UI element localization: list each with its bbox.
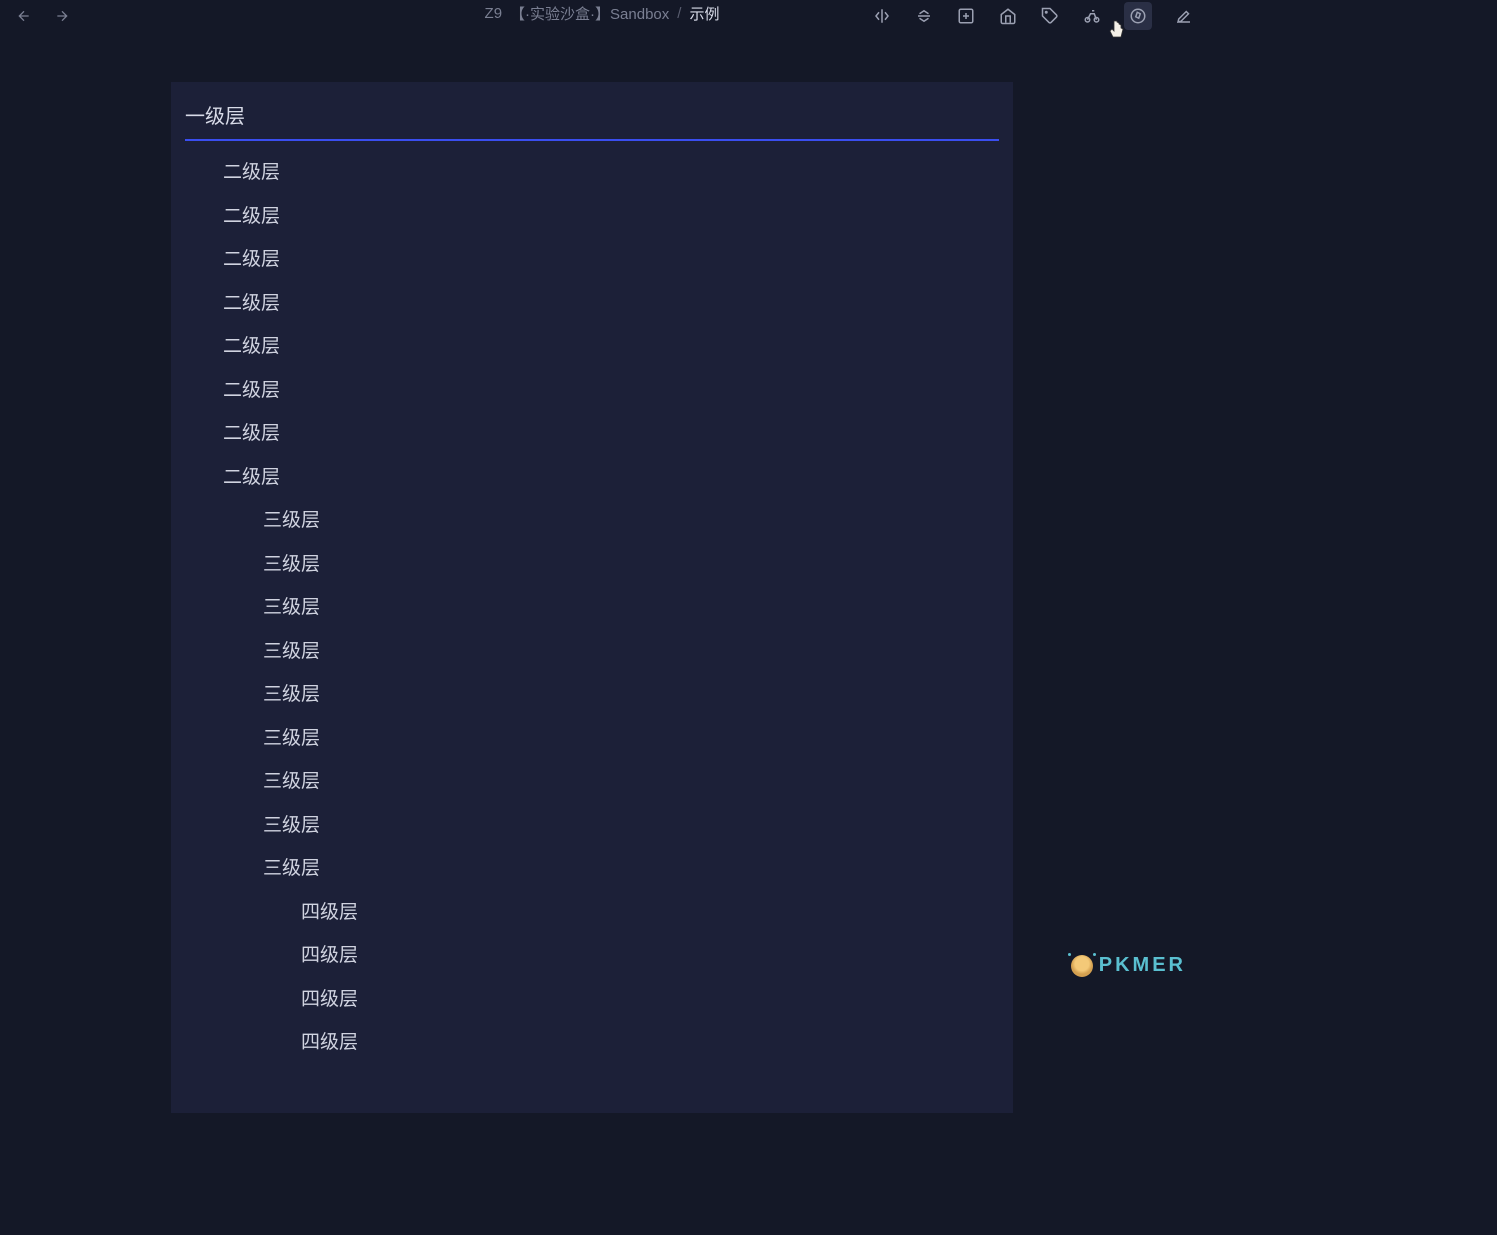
heading-level-4[interactable]: 四级层 <box>185 1029 999 1058</box>
tag-icon[interactable] <box>1040 6 1060 26</box>
breadcrumb-sep: / <box>677 5 681 22</box>
heading-level-2[interactable]: 二级层 <box>185 246 999 275</box>
bike-icon[interactable] <box>1082 6 1102 26</box>
heading-level-4[interactable]: 四级层 <box>185 942 999 971</box>
outline-card: 一级层 二级层 二级层 二级层 二级层 二级层 二级层 二级层 二级层 三级层 … <box>171 82 1013 1113</box>
heading-level-2[interactable]: 二级层 <box>185 203 999 232</box>
heading-level-2[interactable]: 二级层 <box>185 464 999 493</box>
heading-level-3[interactable]: 三级层 <box>185 725 999 754</box>
heading-level-4[interactable]: 四级层 <box>185 986 999 1015</box>
toolbar-right <box>872 2 1194 30</box>
back-button[interactable] <box>14 6 34 26</box>
compass-icon[interactable] <box>1124 2 1152 30</box>
heading-level-1[interactable]: 一级层 <box>185 100 999 141</box>
heading-level-3[interactable]: 三级层 <box>185 855 999 884</box>
forward-button[interactable] <box>52 6 72 26</box>
heading-level-3[interactable]: 三级层 <box>185 638 999 667</box>
heading-level-3[interactable]: 三级层 <box>185 681 999 710</box>
watermark: PKMER <box>1071 954 1186 977</box>
breadcrumb-seg-2[interactable]: 【·实验沙盒·】Sandbox <box>510 3 669 24</box>
watermark-text: PKMER <box>1099 954 1186 977</box>
breadcrumb: Z9 【·实验沙盒·】Sandbox / 示例 <box>485 3 720 24</box>
breadcrumb-seg-1[interactable]: Z9 <box>485 5 503 22</box>
edit-icon[interactable] <box>1174 6 1194 26</box>
add-icon[interactable] <box>956 6 976 26</box>
heading-level-2[interactable]: 二级层 <box>185 377 999 406</box>
breadcrumb-current[interactable]: 示例 <box>689 3 719 24</box>
collapse-icon[interactable] <box>914 6 934 26</box>
content-area: 一级层 二级层 二级层 二级层 二级层 二级层 二级层 二级层 二级层 三级层 … <box>0 82 1204 1113</box>
nav-arrows <box>8 6 72 26</box>
heading-level-3[interactable]: 三级层 <box>185 594 999 623</box>
home-icon[interactable] <box>998 6 1018 26</box>
heading-level-3[interactable]: 三级层 <box>185 812 999 841</box>
pkmer-logo-icon <box>1071 955 1093 977</box>
heading-level-3[interactable]: 三级层 <box>185 507 999 536</box>
top-bar: Z9 【·实验沙盒·】Sandbox / 示例 <box>0 0 1204 32</box>
split-vertical-icon[interactable] <box>872 6 892 26</box>
heading-level-2[interactable]: 二级层 <box>185 290 999 319</box>
heading-level-4[interactable]: 四级层 <box>185 899 999 928</box>
heading-level-3[interactable]: 三级层 <box>185 551 999 580</box>
heading-level-2[interactable]: 二级层 <box>185 420 999 449</box>
heading-level-2[interactable]: 二级层 <box>185 333 999 362</box>
heading-level-2[interactable]: 二级层 <box>185 159 999 188</box>
heading-level-3[interactable]: 三级层 <box>185 768 999 797</box>
